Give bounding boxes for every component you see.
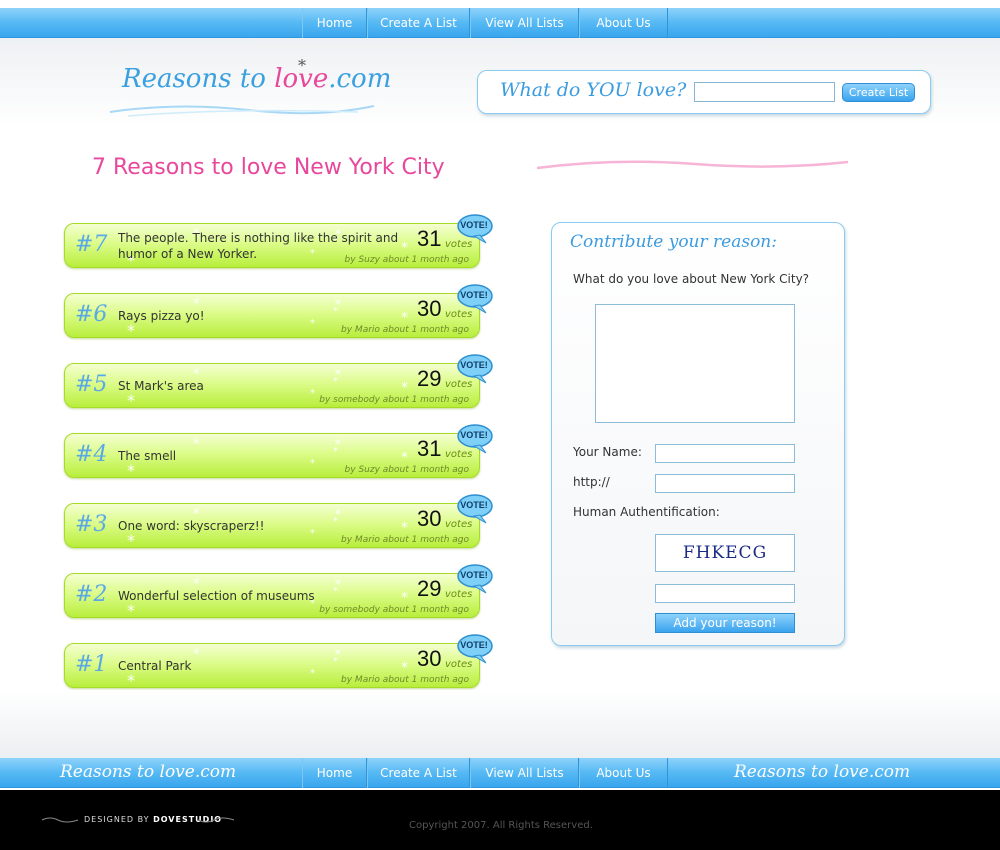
top-navbar: Home Create A List View All Lists About … [0, 8, 1000, 38]
captcha-field[interactable] [655, 584, 795, 603]
title-swoosh-decoration [536, 160, 849, 170]
bottom-logo-left[interactable]: Reasons to love.com [60, 762, 236, 782]
reason-text: One word: skyscraperz!! [118, 519, 265, 533]
vote-button-label: VOTE! [460, 640, 488, 650]
auth-label: Human Authentification: [573, 505, 720, 519]
reason-card: * * * * * * #3 One word: skyscraperz!! 30 votes by… [64, 494, 493, 549]
contribute-heading: Contribute your reason: [570, 232, 777, 252]
reason-card: * * * * * * #6 Rays pizza yo! 30 votes by Mario ab… [64, 284, 493, 339]
designed-by-label: DESIGNED BY [84, 815, 150, 824]
logo-tld: .com [328, 64, 392, 94]
reason-card: * * * * * * #2 Wonderful selection of museums 29… [64, 564, 493, 619]
reason-rank: #1 [75, 652, 108, 677]
vote-count: 31 [417, 436, 442, 461]
reason-text: The smell [118, 449, 177, 463]
reason-byline: by Mario about 1 month ago [341, 325, 469, 335]
vote-button[interactable]: VOTE! [456, 354, 494, 384]
name-label: Your Name: [573, 445, 642, 459]
vote-button[interactable]: VOTE! [456, 494, 494, 524]
page-title: 7 Reasons to love New York City [92, 155, 445, 180]
reason-rank: #2 [75, 582, 108, 607]
vote-count: 31 [417, 226, 442, 251]
logo-asterisk: * [298, 56, 306, 75]
top-nav-links: Home Create A List View All Lists About … [302, 8, 668, 38]
vote-button[interactable]: VOTE! [456, 214, 494, 244]
reason-byline: by Mario about 1 month ago [341, 675, 469, 685]
vote-button[interactable]: VOTE! [456, 564, 494, 594]
reason-text: St Mark's area [118, 379, 204, 393]
reason-card: * * * * * * #5 St Mark's area 29 votes by somebody… [64, 354, 493, 409]
search-prompt: What do YOU love? [500, 79, 687, 101]
add-reason-button[interactable]: Add your reason! [655, 613, 795, 633]
logo-text: Reasons to [122, 64, 275, 94]
reason-byline: by Suzy about 1 month ago [344, 465, 469, 475]
vote-button-label: VOTE! [460, 220, 488, 230]
footer-nav-create-list-link[interactable]: Create A List [367, 758, 470, 788]
url-label: http:// [573, 475, 610, 489]
bottom-logo-right[interactable]: Reasons to love.com [734, 762, 910, 782]
vote-button-label: VOTE! [460, 290, 488, 300]
vote-button-label: VOTE! [460, 500, 488, 510]
reason-rank: #5 [75, 372, 108, 397]
reason-byline: by Suzy about 1 month ago [344, 255, 469, 265]
reason-rank: #3 [75, 512, 108, 537]
copyright-text: Copyright 2007. All Rights Reserved. [409, 820, 593, 831]
footer: DESIGNED BY DOVESTUDIO Copyright 2007. A… [0, 790, 1000, 850]
reason-textarea[interactable] [595, 304, 795, 423]
vote-button-label: VOTE! [460, 570, 488, 580]
vote-button[interactable]: VOTE! [456, 634, 494, 664]
logo-swoosh-decoration [109, 105, 375, 117]
content-bottom-fade [0, 690, 1000, 758]
reason-text: Central Park [118, 659, 192, 673]
nav-about-us-link[interactable]: About Us [579, 8, 668, 38]
vote-count: 30 [417, 646, 442, 671]
footer-nav-view-all-lists-link[interactable]: View All Lists [470, 758, 579, 788]
new-list-input[interactable] [694, 82, 835, 102]
vote-button[interactable]: VOTE! [456, 424, 494, 454]
reason-rank: #4 [75, 442, 108, 467]
vote-count: 29 [417, 576, 442, 601]
vote-button-label: VOTE! [460, 360, 488, 370]
reason-rank: #6 [75, 302, 108, 327]
footer-nav-home-link[interactable]: Home [302, 758, 367, 788]
name-field[interactable] [655, 444, 795, 463]
reason-text: Wonderful selection of museums [118, 589, 315, 603]
reason-card: * * * * * * #7 The people. There is nothing lik… [64, 214, 493, 269]
vote-button-label: VOTE! [460, 430, 488, 440]
reason-card: * * * * * * #1 Central Park 30 votes by Mario abou… [64, 634, 493, 689]
reason-text: Rays pizza yo! [118, 309, 205, 323]
reason-byline: by somebody about 1 month ago [319, 395, 469, 405]
nav-create-list-link[interactable]: Create A List [367, 8, 470, 38]
vote-count: 30 [417, 506, 442, 531]
footer-nav-about-us-link[interactable]: About Us [579, 758, 668, 788]
vote-button[interactable]: VOTE! [456, 284, 494, 314]
vote-count: 30 [417, 296, 442, 321]
contribute-question: What do you love about New York City? [573, 272, 810, 286]
reason-byline: by Mario about 1 month ago [341, 535, 469, 545]
bottom-nav-links: Home Create A List View All Lists About … [302, 758, 668, 788]
vote-count: 29 [417, 366, 442, 391]
reason-rank: #7 [75, 232, 108, 257]
site-logo[interactable]: Reasons to love.com * [122, 56, 392, 94]
nav-home-link[interactable]: Home [302, 8, 367, 38]
create-list-box: What do YOU love? Create List [477, 70, 931, 114]
nav-view-all-lists-link[interactable]: View All Lists [470, 8, 579, 38]
contribute-panel: Contribute your reason: What do you love… [551, 222, 845, 646]
captcha-image: FHKECG [655, 534, 795, 572]
bottom-navbar: Reasons to love.com Home Create A List V… [0, 758, 1000, 788]
flourish-right-icon [197, 817, 235, 823]
flourish-left-icon [41, 817, 79, 823]
create-list-button[interactable]: Create List [842, 83, 915, 102]
reason-card: * * * * * * #4 The smell 31 votes by Suzy about 1 … [64, 424, 493, 479]
url-field[interactable] [655, 474, 795, 493]
reason-byline: by somebody about 1 month ago [319, 605, 469, 615]
